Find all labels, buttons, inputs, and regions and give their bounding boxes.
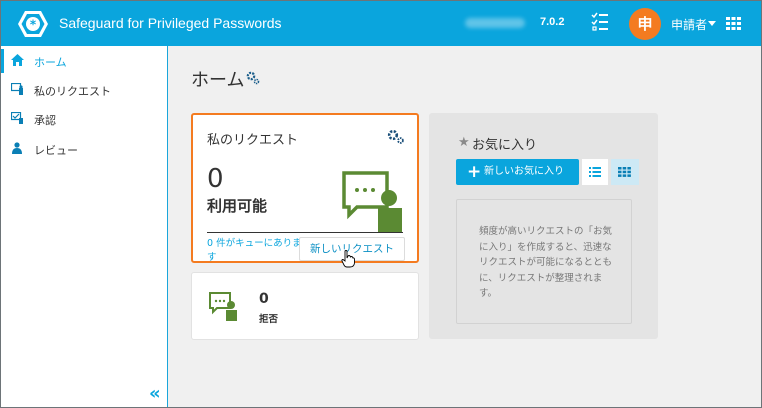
approvals-icon bbox=[11, 112, 23, 124]
sidebar-item-label: 承認 bbox=[34, 114, 56, 127]
grid-icon bbox=[618, 167, 631, 177]
gear-icon[interactable] bbox=[246, 71, 260, 85]
gear-icon[interactable] bbox=[387, 129, 405, 145]
new-favorite-button[interactable]: + 新しいお気に入り bbox=[456, 159, 579, 185]
card-title: お気に入り bbox=[472, 138, 538, 153]
safeguard-logo-icon: * bbox=[18, 11, 48, 37]
user-menu-name[interactable]: 申請者 bbox=[671, 16, 707, 33]
queue-link[interactable]: 0 件がキューにあります bbox=[207, 237, 303, 265]
version-label: 7.0.2 bbox=[540, 16, 565, 28]
sidebar-item-label: ホーム bbox=[34, 56, 67, 69]
favorites-empty-state: 頻度が高いリクエストの「お気に入り」を作成すると、迅速なリクエストが可能になると… bbox=[456, 199, 632, 324]
available-count: 0 bbox=[207, 164, 224, 194]
app-grid-icon[interactable] bbox=[726, 17, 741, 30]
sidebar-item-label: 私のリクエスト bbox=[34, 85, 111, 98]
my-requests-card: 私のリクエスト 0 利用可能 0 件がキューにあります 新しいリクエスト bbox=[191, 113, 419, 268]
favorites-empty-text: 頻度が高いリクエストの「お気に入り」を作成すると、迅速なリクエストが可能になると… bbox=[479, 226, 613, 299]
card-title: 私のリクエスト bbox=[207, 133, 299, 148]
available-label: 利用可能 bbox=[207, 197, 268, 215]
favorites-card: ★ お気に入り + 新しいお気に入り 頻度が高いリクエストの「お気に入り」を作成… bbox=[429, 113, 658, 339]
app-window: * Safeguard for Privileged Passwords 7.0… bbox=[0, 0, 762, 408]
task-list-icon[interactable] bbox=[591, 12, 609, 32]
divider bbox=[207, 232, 403, 233]
star-icon: ★ bbox=[458, 135, 470, 150]
sidebar-item-my-requests[interactable]: 私のリクエスト bbox=[1, 76, 167, 104]
list-view-button[interactable] bbox=[582, 159, 608, 185]
blurred-appliance-name bbox=[465, 18, 525, 28]
my-requests-icon bbox=[11, 83, 23, 95]
sidebar-item-approvals[interactable]: 承認 bbox=[1, 105, 167, 133]
top-bar: * Safeguard for Privileged Passwords 7.0… bbox=[1, 1, 761, 46]
page-title: ホーム bbox=[191, 70, 245, 91]
denied-label: 拒否 bbox=[259, 314, 279, 325]
denied-card[interactable]: 0 拒否 bbox=[191, 272, 419, 340]
review-icon bbox=[12, 142, 22, 154]
sidebar-item-label: レビュー bbox=[34, 144, 78, 157]
app-title: Safeguard for Privileged Passwords bbox=[59, 15, 282, 31]
user-avatar[interactable]: 申 bbox=[629, 8, 661, 40]
chevron-down-icon[interactable] bbox=[708, 21, 716, 26]
request-illustration-icon bbox=[342, 171, 402, 232]
sidebar-nav: ホーム 私のリクエスト 承認 レビュー « bbox=[1, 46, 168, 407]
hand-cursor-icon bbox=[341, 250, 355, 268]
denied-request-icon bbox=[209, 292, 237, 321]
svg-text:*: * bbox=[30, 18, 37, 32]
plus-icon: + bbox=[467, 162, 482, 182]
sidebar-item-review[interactable]: レビュー bbox=[1, 135, 167, 163]
sidebar-item-home[interactable]: ホーム bbox=[1, 47, 167, 75]
collapse-sidebar-button[interactable]: « bbox=[149, 385, 161, 403]
new-favorite-label: 新しいお気に入り bbox=[484, 166, 564, 177]
grid-view-button[interactable] bbox=[611, 159, 639, 185]
denied-count: 0 bbox=[259, 291, 269, 307]
home-icon bbox=[11, 54, 24, 66]
list-icon bbox=[589, 167, 601, 177]
